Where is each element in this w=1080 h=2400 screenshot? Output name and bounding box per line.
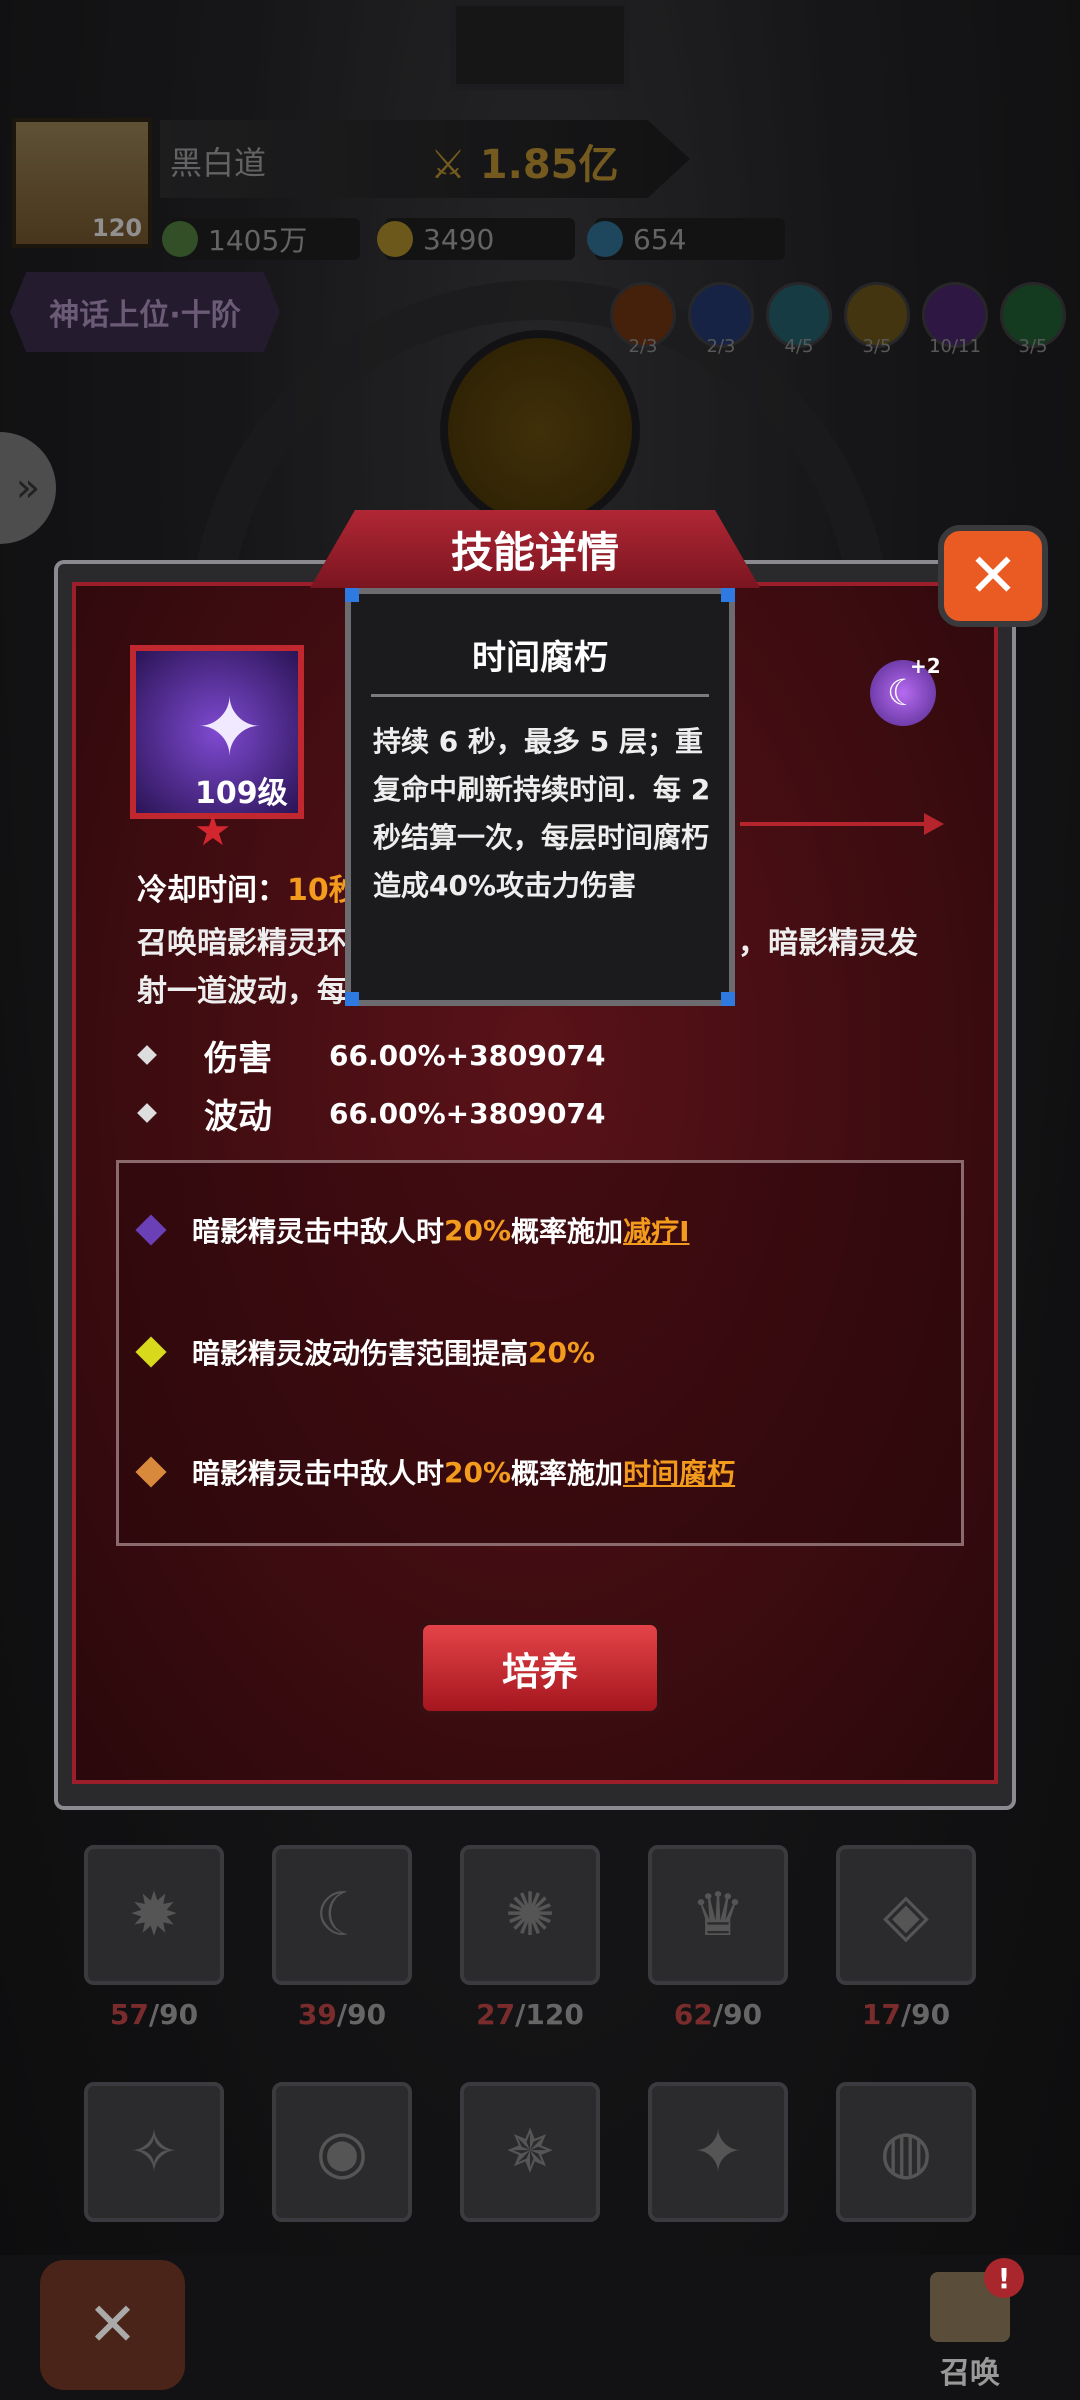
- stat-value: 66.00%+3809074: [329, 1096, 606, 1130]
- modal-title: 技能详情: [310, 510, 760, 588]
- tooltip-title: 时间腐朽: [472, 638, 608, 678]
- summon-label: 召唤: [940, 2356, 1000, 2391]
- upgrade-text: 暗影精灵击中敌人时: [192, 1457, 445, 1490]
- skill-description-line1-end: ，暗影精灵发: [738, 926, 918, 961]
- close-button[interactable]: ✕: [938, 525, 1048, 627]
- tooltip-corner: [345, 588, 359, 602]
- diamond-bullet-icon: [137, 1045, 157, 1065]
- skill-slot[interactable]: ✧: [84, 2082, 224, 2222]
- upgrade-text: 概率施加: [511, 1457, 624, 1490]
- upgrade-text: 概率施加: [511, 1215, 624, 1248]
- skill-slot[interactable]: ☾: [272, 1845, 412, 1985]
- shadow-star-icon: ✦: [196, 681, 264, 774]
- upgrade-text: 暗影精灵波动伤害范围提高: [192, 1337, 529, 1370]
- upgrade-item: 暗影精灵波动伤害范围提高 20%: [135, 1332, 596, 1372]
- skill-slot[interactable]: ✺: [460, 1845, 600, 1985]
- slot-progress: 17/90: [836, 1998, 976, 2031]
- slot-progress: 39/90: [272, 1998, 412, 2031]
- arrow-right-icon: [740, 813, 944, 835]
- purple-star-icon: ✦: [692, 2117, 744, 2187]
- yellow-diamond-icon: [135, 1336, 167, 1368]
- tooltip-corner: [721, 992, 735, 1006]
- upgrade-effect-link[interactable]: 时间腐朽: [623, 1452, 735, 1492]
- slot-progress: 62/90: [648, 1998, 788, 2031]
- slot-max: /90: [712, 1998, 763, 2031]
- train-button[interactable]: 培养: [418, 1620, 662, 1716]
- upgrade-highlight: 20%: [444, 1213, 512, 1247]
- tooltip-corner: [345, 992, 359, 1006]
- slot-max: /90: [148, 1998, 199, 2031]
- close-icon: ✕: [87, 2290, 138, 2360]
- slot-current: 17: [861, 1998, 901, 2031]
- tooltip-divider: [371, 694, 709, 697]
- red-star-icon: ★: [194, 806, 232, 855]
- cooldown: 冷却时间：10秒: [137, 865, 359, 909]
- orange-diamond-icon: [135, 1456, 167, 1488]
- tooltip-corner: [721, 588, 735, 602]
- dark-wizard-icon: ✧: [128, 2117, 180, 2187]
- upgrade-item: 暗影精灵击中敌人时 20% 概率施加 减疗I: [135, 1210, 689, 1250]
- effect-tooltip: 时间腐朽 持续 6 秒，最多 5 层；重复命中刷新持续时间．每 2 秒结算一次，…: [345, 588, 735, 1006]
- tooltip-body: 持续 6 秒，最多 5 层；重复命中刷新持续时间．每 2 秒结算一次，每层时间腐…: [373, 725, 711, 902]
- slot-current: 57: [109, 1998, 149, 2031]
- purple-diamond-icon: [135, 1214, 167, 1246]
- flame-runner-icon: ✺: [504, 1880, 556, 1950]
- skill-slot[interactable]: ◉: [272, 2082, 412, 2222]
- bottom-close-button[interactable]: ✕: [40, 2260, 185, 2390]
- upgrade-item: 暗影精灵击中敌人时 20% 概率施加 时间腐朽: [135, 1452, 735, 1492]
- eye-icon: ◉: [315, 2117, 369, 2187]
- alert-badge: !: [984, 2258, 1024, 2298]
- stat-label: 波动: [204, 1096, 272, 1137]
- shadow-claw-icon: ☾: [315, 1880, 369, 1950]
- slot-progress: 57/90: [84, 1998, 224, 2031]
- close-icon: ✕: [967, 541, 1019, 611]
- stat-row: 伤害 66.00%+3809074: [137, 1030, 606, 1080]
- phoenix-icon: ✵: [504, 2117, 556, 2187]
- slot-current: 39: [297, 1998, 337, 2031]
- skill-slot[interactable]: ◈: [836, 1845, 976, 1985]
- slot-current: 62: [673, 1998, 713, 2031]
- stat-value: 66.00%+3809074: [329, 1038, 606, 1072]
- skill-slot[interactable]: ♛: [648, 1845, 788, 1985]
- gold-shield-icon: ◈: [882, 1880, 930, 1950]
- slot-max: /90: [336, 1998, 387, 2031]
- upgrade-highlight: 20%: [444, 1455, 512, 1489]
- slot-max: /90: [900, 1998, 951, 2031]
- skill-slot[interactable]: ✦: [648, 2082, 788, 2222]
- moon-badge: +2: [910, 654, 941, 678]
- stat-label: 伤害: [204, 1038, 272, 1079]
- skill-description-line1: 召唤暗影精灵环: [137, 926, 347, 961]
- slot-current: 27: [476, 1998, 516, 2031]
- ice-crown-icon: ♛: [691, 1880, 745, 1950]
- slot-progress: 27/120: [460, 1998, 600, 2031]
- upgrade-effect-link[interactable]: 减疗I: [623, 1210, 689, 1250]
- slot-max: /120: [515, 1998, 584, 2031]
- skill-slot[interactable]: ✵: [460, 2082, 600, 2222]
- upgrade-text: 暗影精灵击中敌人时: [192, 1215, 445, 1248]
- skill-slot[interactable]: ✹: [84, 1845, 224, 1985]
- fire-burst-icon: ✹: [128, 1880, 180, 1950]
- upgrade-highlight: 20%: [528, 1335, 596, 1369]
- skill-description-line2: 射一道波动，每: [137, 974, 347, 1009]
- diamond-bullet-icon: [137, 1103, 157, 1123]
- void-orb-icon: ◍: [879, 2117, 933, 2187]
- cooldown-label: 冷却时间：: [137, 873, 287, 908]
- skill-slot[interactable]: ◍: [836, 2082, 976, 2222]
- stat-row: 波动 66.00%+3809074: [137, 1088, 606, 1138]
